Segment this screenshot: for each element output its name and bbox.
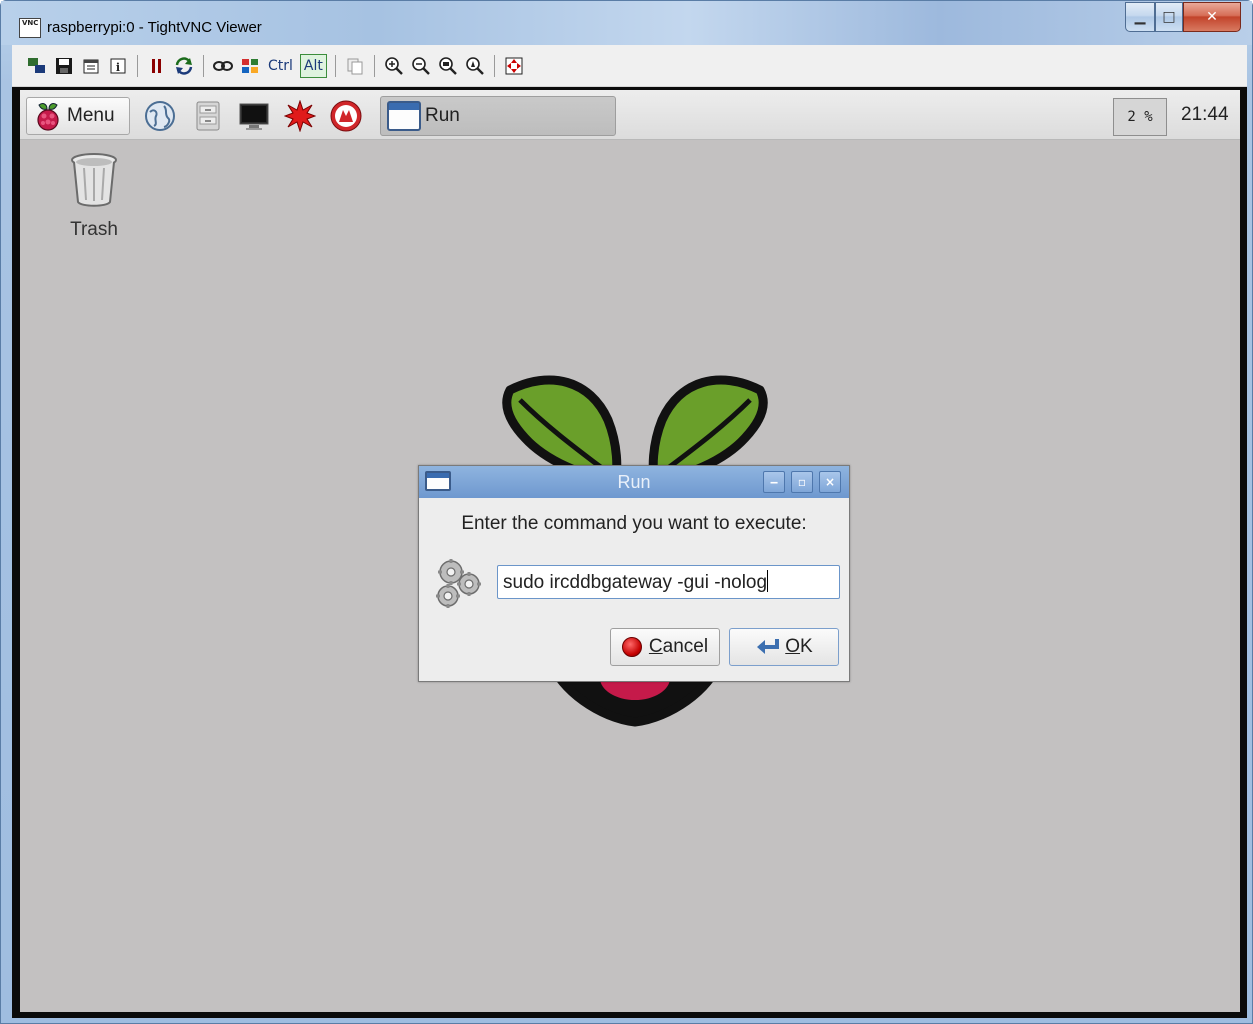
- send-ctrl-esc-icon[interactable]: [239, 55, 261, 77]
- alt-key-toggle[interactable]: Alt: [299, 53, 327, 78]
- svg-text:i: i: [116, 61, 120, 74]
- toolbar-separator: [203, 54, 204, 77]
- window-title: raspberrypi:0 - TightVNC Viewer: [47, 19, 262, 36]
- full-screen-icon[interactable]: [503, 55, 525, 77]
- toolbar-separator: [493, 54, 495, 77]
- lxde-panel: Menu Run 2 % 21:44: [20, 90, 1240, 140]
- toolbar-separator: [373, 54, 375, 77]
- toolbar-separator: [137, 54, 138, 77]
- zoom-out-icon[interactable]: [410, 55, 432, 77]
- run-prompt: Enter the command you want to execute:: [461, 513, 807, 534]
- window-icon: [387, 101, 421, 131]
- cpu-usage-monitor[interactable]: 2 %: [1113, 98, 1167, 136]
- ok-mnemonic: O: [785, 636, 801, 657]
- maximize-button[interactable]: □: [1155, 2, 1183, 32]
- wolfram-icon[interactable]: [330, 100, 362, 132]
- raspberry-icon: [37, 103, 59, 131]
- connection-info-icon[interactable]: i: [107, 55, 129, 77]
- run-dialog: Run ‒ ▫ × Enter the command you want to …: [418, 465, 850, 682]
- terminal-icon[interactable]: [238, 100, 270, 132]
- zoom-100-icon[interactable]: [437, 55, 459, 77]
- refresh-icon[interactable]: [173, 55, 195, 77]
- pause-icon[interactable]: [146, 55, 168, 77]
- trash-label: Trash: [70, 219, 118, 240]
- dialog-close-button[interactable]: ×: [819, 471, 841, 493]
- close-button[interactable]: ✕: [1183, 2, 1241, 32]
- ok-label-rest: K: [800, 636, 813, 657]
- command-input[interactable]: sudo ircddbgateway -gui -nolog: [497, 565, 840, 599]
- enter-arrow-icon: [757, 639, 780, 654]
- trash-desktop-icon[interactable]: Trash: [66, 152, 122, 241]
- send-ctrl-alt-del-icon[interactable]: [212, 55, 234, 77]
- dialog-maximize-button[interactable]: ▫: [791, 471, 813, 493]
- cancel-mnemonic: C: [648, 636, 663, 657]
- minimize-button[interactable]: ▁: [1125, 2, 1155, 32]
- options-icon[interactable]: [80, 55, 102, 77]
- save-icon[interactable]: [53, 55, 75, 77]
- taskbar-run-button[interactable]: Run: [380, 96, 616, 136]
- remote-desktop[interactable]: Menu Run 2 % 21:44 Trash Run ‒ ▫ × Enter…: [20, 90, 1240, 1012]
- window-titlebar[interactable]: VNC raspberrypi:0 - TightVNC Viewer ▁ □ …: [1, 1, 1252, 45]
- zoom-fit-icon[interactable]: [464, 55, 486, 77]
- file-manager-icon[interactable]: [192, 100, 224, 132]
- web-browser-icon[interactable]: [144, 100, 176, 132]
- menu-button[interactable]: Menu: [26, 97, 130, 135]
- gears-icon: [436, 559, 481, 608]
- vnc-window: VNC raspberrypi:0 - TightVNC Viewer ▁ □ …: [0, 0, 1253, 1024]
- mathematica-icon[interactable]: [284, 100, 316, 132]
- menu-button-label: Menu: [67, 105, 115, 126]
- command-input-text: sudo ircddbgateway -gui -nolog: [503, 572, 768, 593]
- vnc-toolbar: i Ctrl Alt: [12, 45, 1247, 87]
- taskbar-run-label: Run: [425, 105, 460, 126]
- run-dialog-titlebar[interactable]: Run ‒ ▫ ×: [419, 466, 849, 498]
- text-caret: [767, 570, 769, 592]
- new-connection-icon[interactable]: [26, 55, 48, 77]
- panel-clock[interactable]: 21:44: [1181, 104, 1229, 126]
- dialog-minimize-button[interactable]: ‒: [763, 471, 785, 493]
- cancel-button[interactable]: Cancel: [610, 628, 720, 666]
- ok-button[interactable]: OK: [729, 628, 839, 666]
- stop-icon: [621, 637, 642, 657]
- zoom-in-icon[interactable]: [383, 55, 405, 77]
- clipboard-icon[interactable]: [344, 55, 366, 77]
- cancel-label-rest: ancel: [662, 636, 709, 657]
- vnc-app-icon: VNC: [19, 18, 41, 38]
- remote-screen[interactable]: Menu Run 2 % 21:44 Trash Run ‒ ▫ × Enter…: [12, 87, 1247, 1018]
- toolbar-separator: [334, 54, 336, 77]
- ctrl-key-toggle[interactable]: Ctrl: [266, 55, 295, 77]
- trash-icon: [71, 153, 117, 207]
